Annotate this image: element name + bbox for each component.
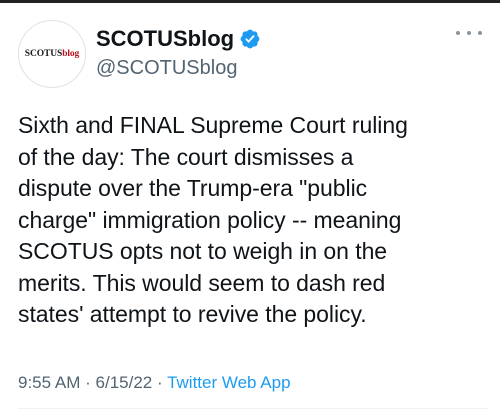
- more-options-icon[interactable]: [456, 26, 482, 40]
- tweet-meta: 9:55 AM · 6/15/22 · Twitter Web App: [18, 372, 291, 394]
- tweet-text: Sixth and FINAL Supreme Court ruling of …: [18, 112, 408, 327]
- tweet-source-link[interactable]: Twitter Web App: [167, 373, 290, 392]
- tweet-time[interactable]: 9:55 AM: [18, 373, 80, 392]
- more-dot: [478, 31, 482, 35]
- avatar[interactable]: SCOTUSblog: [18, 20, 86, 88]
- author-names: SCOTUSblog @SCOTUSblog: [96, 26, 261, 82]
- bottom-divider: [18, 408, 488, 409]
- meta-separator: ·: [156, 373, 163, 392]
- verified-badge-icon: [240, 29, 260, 49]
- top-border: [0, 0, 500, 3]
- tweet-date[interactable]: 6/15/22: [96, 373, 153, 392]
- more-dot: [456, 31, 460, 35]
- more-dot: [467, 31, 471, 35]
- handle[interactable]: @SCOTUSblog: [96, 54, 261, 82]
- tweet-header: SCOTUSblog SCOTUSblog @SCOTUSblog: [18, 20, 488, 90]
- display-name[interactable]: SCOTUSblog: [96, 26, 234, 52]
- meta-separator: ·: [85, 373, 91, 392]
- avatar-logo: SCOTUSblog: [24, 49, 80, 59]
- display-name-row: SCOTUSblog: [96, 26, 261, 52]
- tweet-card: SCOTUSblog SCOTUSblog @SCOTUSblog Sixth …: [0, 0, 500, 414]
